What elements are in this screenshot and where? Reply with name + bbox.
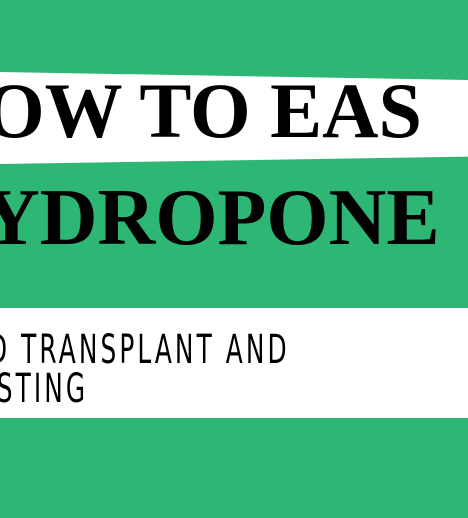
headline-line-1: OW TO EAS (0, 67, 422, 154)
headline-line-2: YDROPONE (0, 174, 440, 262)
subheadline-line-1: D TRANSPLANT AND (0, 327, 290, 373)
subheadline-line-2: ESTING (0, 366, 89, 412)
